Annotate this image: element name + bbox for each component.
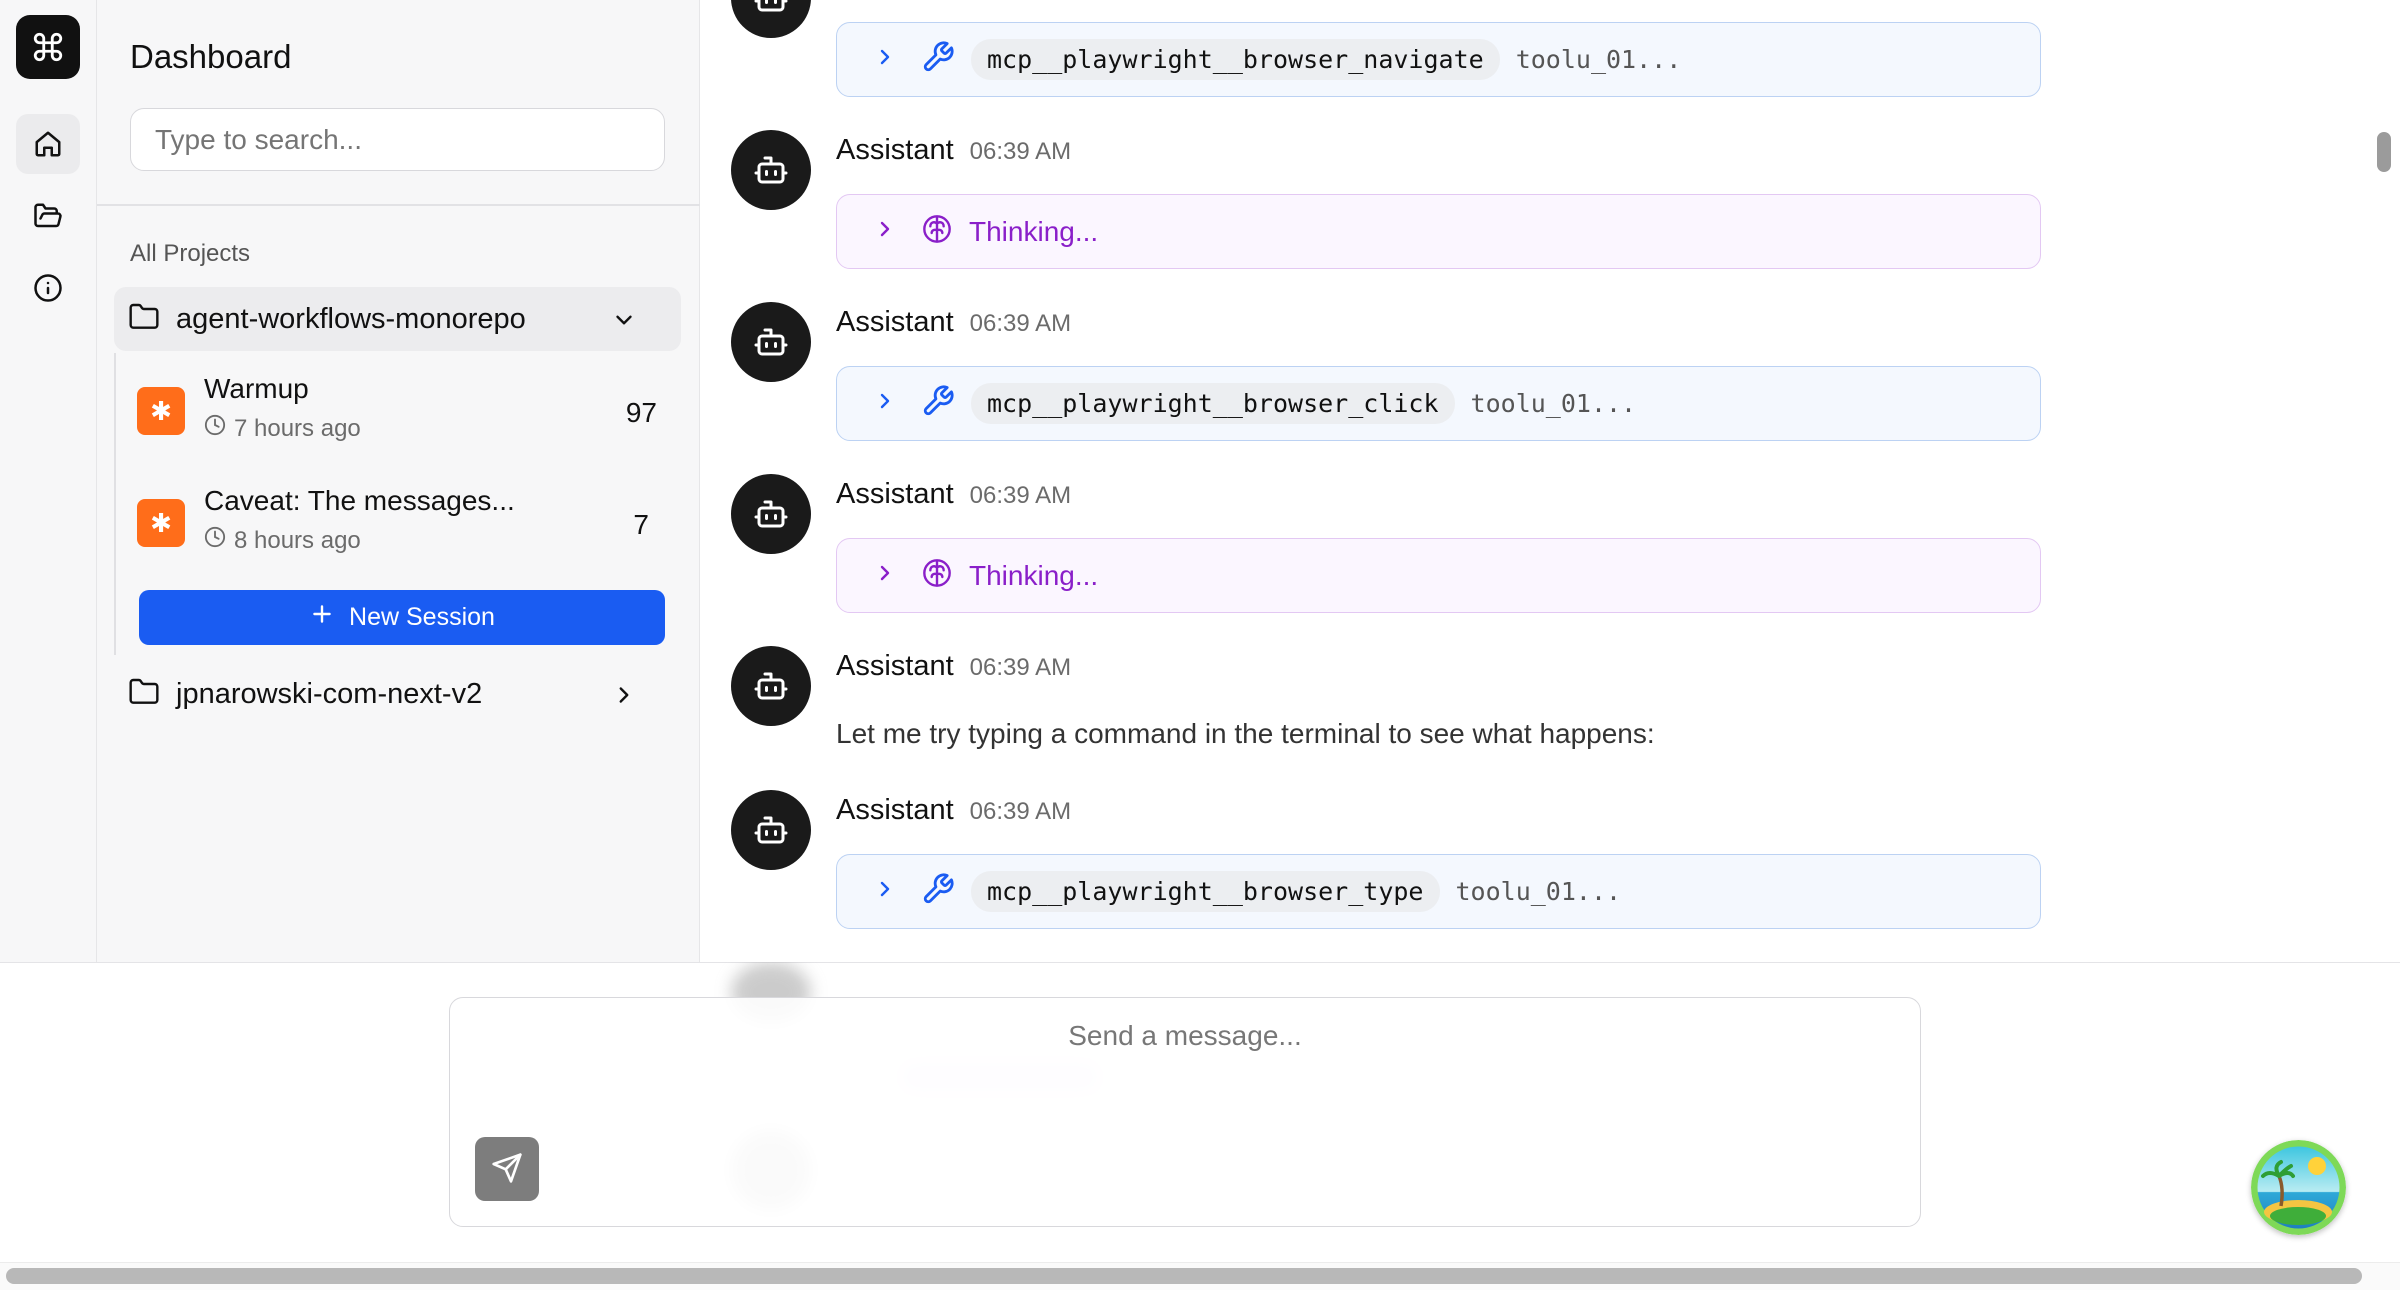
tool-name: mcp__playwright__browser_type bbox=[971, 871, 1440, 912]
session-time-label: 8 hours ago bbox=[234, 526, 361, 554]
message-header: Assistant 06:39 AM bbox=[836, 134, 1071, 167]
wrench-icon bbox=[921, 872, 955, 911]
icon-rail bbox=[0, 0, 97, 962]
session-count: 97 bbox=[625, 397, 657, 428]
wrench-icon bbox=[921, 40, 955, 79]
tool-id: toolu_01... bbox=[1455, 877, 1622, 906]
chevron-right-icon[interactable] bbox=[873, 877, 897, 906]
brain-icon bbox=[921, 557, 953, 594]
wrench-icon bbox=[921, 384, 955, 423]
horizontal-scrollbar-thumb[interactable] bbox=[6, 1268, 2362, 1284]
message-time: 06:39 AM bbox=[969, 310, 1072, 337]
plus-icon bbox=[309, 601, 335, 634]
tool-call-card[interactable]: mcp__playwright__browser_click toolu_01.… bbox=[836, 366, 2041, 441]
tool-name: mcp__playwright__browser_navigate bbox=[971, 39, 1500, 80]
author-name: Assistant bbox=[836, 478, 954, 510]
project-label: jpnarowski-com-next-v2 bbox=[176, 677, 483, 710]
message-time: 06:39 AM bbox=[969, 482, 1072, 509]
author-name: Assistant bbox=[836, 794, 954, 826]
bot-avatar-icon bbox=[731, 0, 811, 38]
clock-icon bbox=[204, 526, 226, 555]
sidebar-title: Dashboard bbox=[130, 38, 292, 75]
new-session-label: New Session bbox=[349, 603, 495, 631]
message-time: 06:39 AM bbox=[969, 654, 1072, 681]
session-item[interactable]: ✱ Caveat: The messages... 8 hours ago 7 bbox=[137, 479, 649, 575]
bot-avatar-icon bbox=[731, 130, 811, 210]
vertical-scrollbar-thumb[interactable] bbox=[2377, 132, 2391, 172]
chevron-down-icon[interactable] bbox=[611, 307, 637, 338]
folder-icon bbox=[128, 301, 160, 338]
message-input[interactable] bbox=[450, 1020, 1920, 1052]
folder-open-icon[interactable] bbox=[16, 186, 80, 246]
asterisk-icon: ✱ bbox=[137, 387, 185, 435]
project-item-jpnarowski-com-next-v2[interactable]: jpnarowski-com-next-v2 bbox=[114, 662, 681, 726]
session-count: 7 bbox=[633, 509, 649, 540]
clock-icon bbox=[204, 414, 226, 443]
message-time: 06:39 AM bbox=[969, 138, 1072, 165]
session-title: Warmup bbox=[204, 373, 309, 404]
session-time-label: 7 hours ago bbox=[234, 414, 361, 442]
session-time: 7 hours ago bbox=[204, 414, 361, 443]
chevron-right-icon[interactable] bbox=[873, 45, 897, 74]
bot-avatar-icon bbox=[731, 646, 811, 726]
home-icon[interactable] bbox=[16, 114, 80, 174]
tool-call-card[interactable]: mcp__playwright__browser_navigate toolu_… bbox=[836, 22, 2041, 97]
brain-icon bbox=[921, 213, 953, 250]
message-header: Assistant 06:39 AM bbox=[836, 306, 1071, 339]
message-text: Let me try typing a command in the termi… bbox=[836, 718, 1655, 749]
thinking-label: Thinking... bbox=[969, 559, 1099, 591]
info-icon[interactable] bbox=[16, 258, 80, 318]
thinking-card[interactable]: Thinking... bbox=[836, 194, 2041, 269]
tool-id: toolu_01... bbox=[1515, 45, 1682, 74]
project-label: agent-workflows-monorepo bbox=[176, 302, 526, 335]
chevron-right-icon[interactable] bbox=[611, 682, 637, 713]
project-item-agent-workflows-monorepo[interactable]: agent-workflows-monorepo bbox=[114, 287, 681, 351]
message-header: Assistant 06:39 AM bbox=[836, 478, 1071, 511]
bot-avatar-icon bbox=[731, 302, 811, 382]
search-input[interactable] bbox=[130, 108, 665, 171]
session-item[interactable]: ✱ Warmup 7 hours ago 97 bbox=[137, 367, 657, 463]
user-avatar-button[interactable] bbox=[2251, 1140, 2346, 1235]
session-title: Caveat: The messages... bbox=[204, 485, 515, 516]
send-button[interactable] bbox=[475, 1137, 539, 1201]
section-label: All Projects bbox=[130, 240, 251, 267]
divider bbox=[97, 204, 700, 206]
bot-avatar-icon bbox=[731, 474, 811, 554]
chevron-right-icon[interactable] bbox=[873, 389, 897, 418]
beach-avatar-icon bbox=[2251, 1140, 2346, 1235]
chevron-right-icon[interactable] bbox=[873, 217, 897, 246]
new-session-button[interactable]: New Session bbox=[139, 590, 665, 645]
author-name: Assistant bbox=[836, 650, 954, 682]
chat-panel: mcp__playwright__browser_navigate toolu_… bbox=[700, 0, 2380, 962]
command-icon[interactable] bbox=[16, 15, 80, 79]
message-time: 06:39 AM bbox=[969, 798, 1072, 825]
author-name: Assistant bbox=[836, 134, 954, 166]
thinking-card[interactable]: Thinking... bbox=[836, 538, 2041, 613]
chevron-right-icon[interactable] bbox=[873, 561, 897, 590]
message-composer[interactable] bbox=[449, 997, 1921, 1227]
send-icon bbox=[491, 1152, 523, 1187]
tree-line bbox=[114, 353, 116, 655]
folder-icon bbox=[128, 676, 160, 713]
author-name: Assistant bbox=[836, 306, 954, 338]
thinking-label: Thinking... bbox=[969, 215, 1099, 247]
bot-avatar-icon bbox=[731, 790, 811, 870]
tool-name: mcp__playwright__browser_click bbox=[971, 383, 1455, 424]
session-time: 8 hours ago bbox=[204, 526, 361, 555]
tool-call-card[interactable]: mcp__playwright__browser_type toolu_01..… bbox=[836, 854, 2041, 929]
message-header: Assistant 06:39 AM bbox=[836, 794, 1071, 827]
message-header: Assistant 06:39 AM bbox=[836, 650, 1071, 683]
tool-id: toolu_01... bbox=[1470, 389, 1637, 418]
projects-sidebar: Dashboard All Projects agent-workflows-m… bbox=[97, 0, 700, 962]
asterisk-icon: ✱ bbox=[137, 499, 185, 547]
